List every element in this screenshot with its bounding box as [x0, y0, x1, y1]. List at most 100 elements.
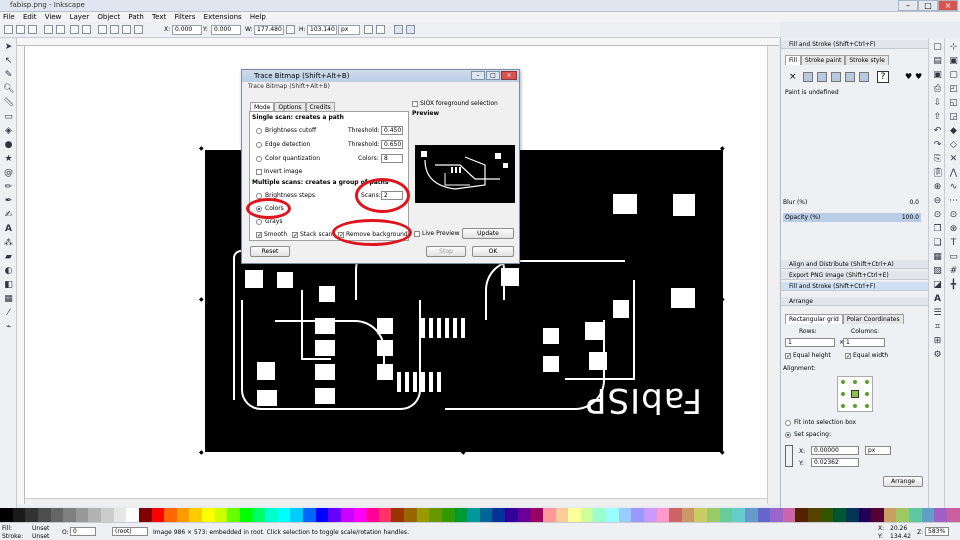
menu-file[interactable]: File — [0, 12, 18, 22]
tweak-tool-icon[interactable]: ✎ — [3, 70, 14, 81]
menu-filters[interactable]: Filters — [171, 12, 198, 22]
columns-input[interactable]: 1 — [843, 338, 885, 347]
arrange-button[interactable]: Arrange — [883, 476, 923, 487]
grays-radio[interactable] — [256, 218, 262, 225]
palette-swatch[interactable] — [88, 508, 101, 522]
unset-paint-icon[interactable]: ? — [877, 71, 889, 83]
rectangle-tool-icon[interactable]: ▭ — [3, 112, 14, 123]
palette-swatch[interactable] — [239, 508, 253, 522]
smooth-checkbox[interactable]: ✓ — [256, 231, 262, 238]
xml-editor-icon[interactable]: ⌗ — [932, 322, 943, 333]
ok-button[interactable]: OK — [472, 246, 514, 257]
dialog-close-button[interactable]: × — [501, 71, 517, 80]
spray-tool-icon[interactable]: ⁂ — [3, 238, 14, 249]
live-preview-checkbox[interactable] — [414, 230, 420, 237]
palette-swatch[interactable] — [517, 508, 531, 522]
align-anchor[interactable] — [841, 404, 845, 408]
copy-icon[interactable]: ⎘ — [932, 154, 943, 165]
fill-stroke-dock-header[interactable]: Fill and Stroke (Shift+Ctrl+F) — [781, 40, 929, 49]
palette-swatch[interactable] — [934, 508, 947, 522]
bucket-tool-icon[interactable]: ◐ — [3, 266, 14, 277]
palette-swatch[interactable] — [631, 508, 644, 522]
equal-width-checkbox[interactable]: ✓ — [845, 352, 851, 359]
gradient-tool-icon[interactable]: ◧ — [3, 280, 14, 291]
clone-icon[interactable]: ❏ — [932, 238, 943, 249]
selection-handle[interactable]: ◆ — [720, 297, 726, 303]
palette-swatch[interactable] — [25, 508, 38, 522]
deselect-icon[interactable] — [28, 25, 37, 34]
palette-swatch[interactable] — [265, 508, 278, 522]
layers-icon[interactable]: ☰ — [932, 308, 943, 319]
color-quantization-option[interactable]: Color quantization — [256, 155, 320, 163]
palette-swatch[interactable] — [441, 508, 455, 522]
opacity-slider[interactable]: Opacity (%) 100.0 — [783, 213, 921, 222]
move-patterns-icon[interactable] — [406, 25, 415, 34]
vertical-scrollbar[interactable] — [767, 46, 779, 504]
select-all-icon[interactable] — [4, 25, 13, 34]
palette-swatch[interactable] — [63, 508, 76, 522]
palette-swatch[interactable] — [50, 508, 64, 522]
w-input[interactable]: 177.480 — [254, 25, 284, 35]
palette-swatch[interactable] — [505, 508, 518, 522]
text-font-icon[interactable]: A — [932, 294, 943, 305]
selection-handle[interactable]: ◆ — [461, 450, 467, 456]
palette-swatch[interactable] — [946, 508, 960, 522]
stop-button[interactable]: Stop — [426, 246, 466, 257]
siox-option[interactable]: SIOX foreground selection — [412, 100, 498, 108]
blur-value[interactable]: 0.0 — [893, 199, 919, 206]
palette-swatch[interactable] — [164, 508, 177, 522]
palette-swatch[interactable] — [606, 508, 619, 522]
star-tool-icon[interactable]: ★ — [3, 154, 14, 165]
palette-swatch[interactable] — [429, 508, 442, 522]
fill-rule-nonzero-icon[interactable]: ♥ — [915, 72, 922, 81]
align-anchor[interactable] — [865, 404, 869, 408]
brightness-cutoff-radio[interactable] — [256, 127, 262, 134]
import-icon[interactable]: ⇩ — [932, 98, 943, 109]
snap-text-baseline-icon[interactable]: T — [948, 238, 959, 249]
selector-tool-icon[interactable]: ➤ — [3, 42, 14, 53]
align-icon[interactable]: ⊞ — [932, 336, 943, 347]
equal-width-option[interactable]: ✓ Equal width — [845, 352, 888, 360]
zoom-input[interactable]: 583% — [925, 527, 949, 536]
palette-swatch[interactable] — [189, 508, 202, 522]
paste-icon[interactable]: 📋︎ — [932, 168, 943, 179]
palette-swatch[interactable] — [138, 508, 152, 522]
save-icon[interactable]: ▣ — [932, 70, 943, 81]
align-anchor[interactable] — [841, 380, 845, 384]
live-preview-option[interactable]: Live Preview — [414, 230, 460, 238]
snap-center-icon[interactable]: ⊙ — [948, 210, 959, 221]
snap-grid-icon[interactable]: # — [948, 266, 959, 277]
equal-height-checkbox[interactable]: ✓ — [785, 352, 791, 359]
rows-input[interactable]: 1 — [785, 338, 835, 347]
zoom-drawing-icon[interactable]: ⊖ — [932, 196, 943, 207]
palette-swatch[interactable] — [921, 508, 935, 522]
linear-gradient-icon[interactable] — [817, 72, 827, 82]
set-spacing-radio[interactable] — [785, 431, 791, 438]
palette-swatch[interactable] — [391, 508, 404, 522]
palette-swatch[interactable] — [416, 508, 430, 522]
scale-corners-icon[interactable] — [376, 25, 385, 34]
menu-view[interactable]: View — [42, 12, 65, 22]
fill-stroke-icon[interactable]: ◪ — [932, 280, 943, 291]
connector-tool-icon[interactable]: ⌁ — [3, 322, 14, 333]
palette-swatch[interactable] — [909, 508, 922, 522]
palette-swatch[interactable] — [530, 508, 543, 522]
scale-stroke-icon[interactable] — [364, 25, 373, 34]
select-all-layers-icon[interactable] — [16, 25, 25, 34]
threshold-input-1[interactable]: 0.450 — [381, 126, 403, 135]
selection-handle[interactable]: ◆ — [199, 146, 205, 152]
palette-swatch[interactable] — [845, 508, 859, 522]
snap-bbox-icon[interactable]: ▣ — [948, 56, 959, 67]
palette-swatch[interactable] — [37, 508, 51, 522]
palette-swatch[interactable] — [593, 508, 606, 522]
mesh-gradient-icon[interactable] — [845, 72, 855, 82]
dropper-tool-icon[interactable]: ⁄ — [3, 308, 14, 319]
alignment-grid[interactable] — [837, 376, 873, 412]
stack-scans-checkbox[interactable]: ✓ — [292, 231, 298, 238]
unit-select[interactable]: px — [338, 25, 360, 35]
align-anchor[interactable] — [841, 392, 845, 396]
palette-swatch[interactable] — [340, 508, 354, 522]
tab-fill[interactable]: Fill — [785, 55, 802, 65]
node-tool-icon[interactable]: ↖ — [3, 56, 14, 67]
lower-icon[interactable] — [122, 25, 131, 34]
